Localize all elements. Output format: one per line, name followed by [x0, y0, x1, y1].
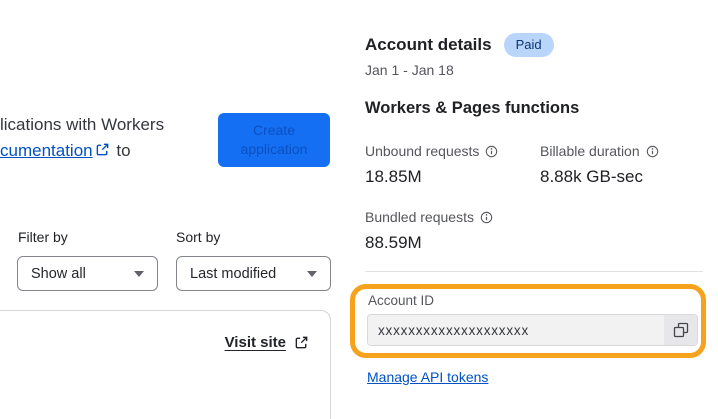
stat-value: 18.85M — [365, 167, 422, 186]
stat-label: Bundled requests — [365, 209, 493, 225]
documentation-link[interactable]: cumentation — [0, 141, 93, 160]
intro-line1: lications with Workers — [0, 115, 165, 134]
external-link-icon — [95, 142, 110, 157]
stat-label: Unbound requests — [365, 143, 498, 159]
functions-section-title: Workers & Pages functions — [365, 99, 580, 117]
stat-billable-duration: Billable duration 8.88k GB-sec — [540, 143, 659, 187]
filter-by-label: Filter by — [18, 229, 68, 245]
info-icon[interactable] — [646, 145, 659, 158]
account-id-field-group — [367, 314, 698, 346]
section-divider — [365, 271, 703, 272]
filter-dropdown-value: Show all — [31, 265, 86, 282]
stat-bundled-requests: Bundled requests 88.59M — [365, 209, 493, 253]
external-link-icon — [294, 335, 309, 350]
create-button-label-line2: application — [240, 141, 308, 157]
account-details-title: Account details — [365, 35, 492, 54]
stat-value: 8.88k GB-sec — [540, 167, 643, 186]
workers-pages-dashboard: lications with Workers cumentation to Cr… — [0, 0, 718, 419]
visit-site-link[interactable]: Visit site — [225, 334, 311, 351]
account-id-label: Account ID — [368, 293, 435, 308]
date-range: Jan 1 - Jan 18 — [365, 62, 454, 78]
chevron-down-icon — [307, 270, 317, 277]
filter-dropdown[interactable]: Show all — [17, 256, 158, 291]
stat-label-text: Bundled requests — [365, 209, 474, 225]
intro-after-link: to — [116, 141, 131, 160]
create-button-label-line1: Create — [252, 122, 296, 138]
stat-value: 88.59M — [365, 233, 422, 252]
intro-text: lications with Workers cumentation to — [0, 112, 164, 164]
stat-label-text: Unbound requests — [365, 143, 480, 159]
account-details-header: Account details Paid — [365, 33, 554, 57]
sort-dropdown-value: Last modified — [190, 265, 277, 282]
visit-site-label: Visit site — [224, 334, 286, 351]
copy-account-id-button[interactable] — [664, 315, 697, 345]
info-icon[interactable] — [485, 145, 498, 158]
stat-unbound-requests: Unbound requests 18.85M — [365, 143, 498, 187]
stat-label: Billable duration — [540, 143, 659, 159]
sort-by-label: Sort by — [176, 229, 221, 245]
info-icon[interactable] — [480, 211, 493, 224]
create-application-button[interactable]: Create application — [218, 113, 330, 167]
project-card: Visit site — [0, 310, 331, 419]
manage-api-tokens-link[interactable]: Manage API tokens — [367, 369, 488, 385]
copy-icon — [673, 322, 688, 338]
sort-dropdown[interactable]: Last modified — [176, 256, 331, 291]
chevron-down-icon — [134, 270, 144, 277]
account-id-input[interactable] — [368, 315, 664, 345]
paid-plan-badge: Paid — [503, 33, 554, 57]
stat-label-text: Billable duration — [540, 143, 640, 159]
